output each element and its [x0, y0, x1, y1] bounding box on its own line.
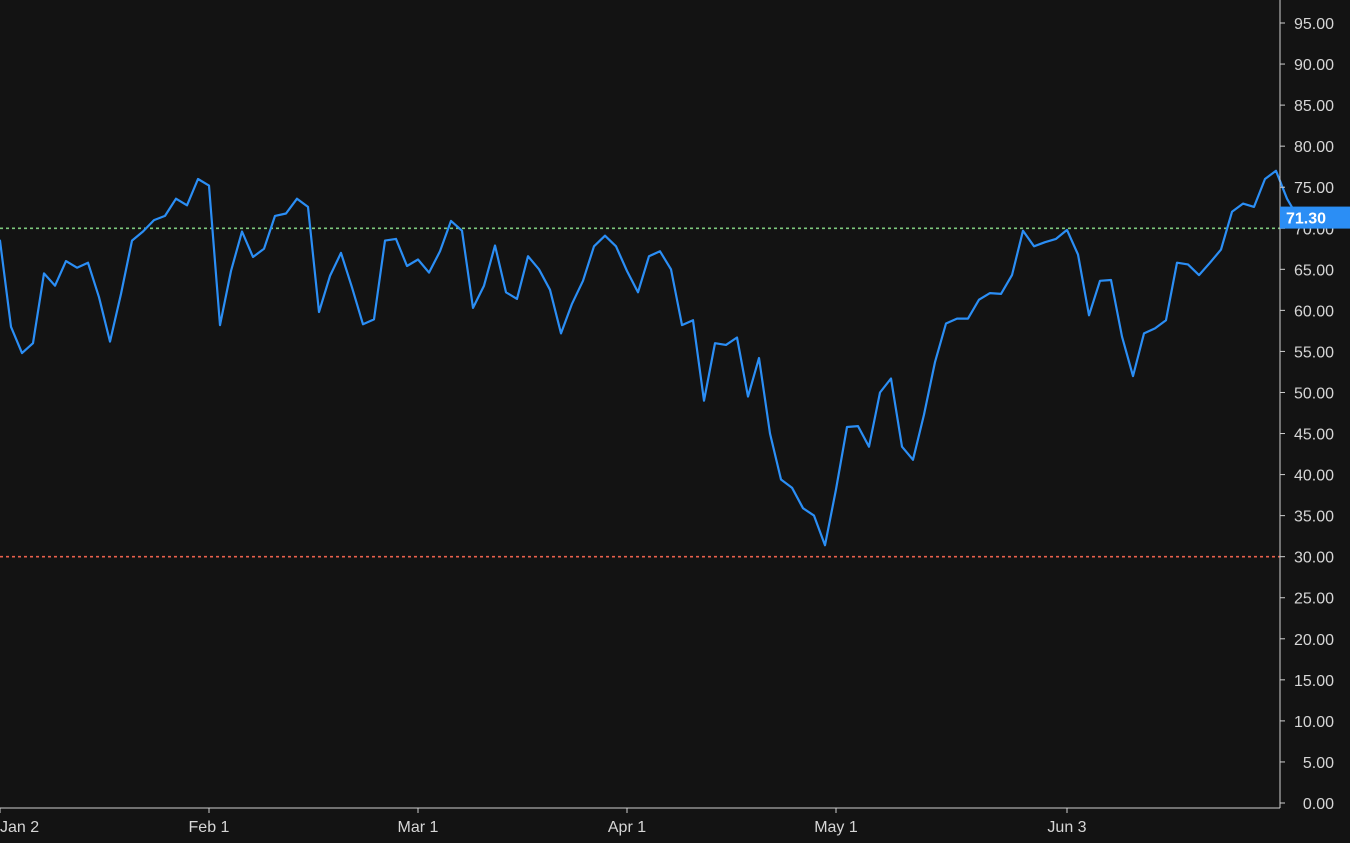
- y-tick-label: 90.00: [1294, 57, 1334, 74]
- y-tick-label: 40.00: [1294, 468, 1334, 485]
- y-tick-label: 5.00: [1303, 755, 1334, 772]
- y-tick-label: 30.00: [1294, 550, 1334, 567]
- x-tick-label: Apr 1: [608, 819, 646, 836]
- y-tick-label: 95.00: [1294, 16, 1334, 33]
- x-tick-label: Jan 2: [0, 819, 39, 836]
- x-tick-label: Jun 3: [1047, 819, 1086, 836]
- y-tick-label: 65.00: [1294, 262, 1334, 279]
- rsi-chart: 0.00 5.00 10.00 15.00 20.00 25.00 30.00 35.00 40…: [0, 0, 1350, 843]
- y-tick-label: 45.00: [1294, 427, 1334, 444]
- y-tick-label: 75.00: [1294, 180, 1334, 197]
- last-value-marker: 71.30: [1280, 206, 1350, 229]
- y-tick-label: 20.00: [1294, 632, 1334, 649]
- x-tick-label: Mar 1: [398, 819, 439, 836]
- y-tick-label: 55.00: [1294, 344, 1334, 361]
- y-tick-label: 35.00: [1294, 509, 1334, 526]
- last-value-label: 71.30: [1286, 211, 1326, 228]
- y-tick-label: 10.00: [1294, 714, 1334, 731]
- y-tick-label: 0.00: [1303, 796, 1334, 813]
- x-tick-label: May 1: [814, 819, 858, 836]
- y-tick-label: 50.00: [1294, 385, 1334, 402]
- y-tick-label: 85.00: [1294, 98, 1334, 115]
- chart-background: [0, 0, 1350, 843]
- y-tick-label: 60.00: [1294, 303, 1334, 320]
- x-tick-label: Feb 1: [189, 819, 230, 836]
- y-tick-label: 15.00: [1294, 673, 1334, 690]
- y-tick-label: 80.00: [1294, 139, 1334, 156]
- y-tick-label: 25.00: [1294, 591, 1334, 608]
